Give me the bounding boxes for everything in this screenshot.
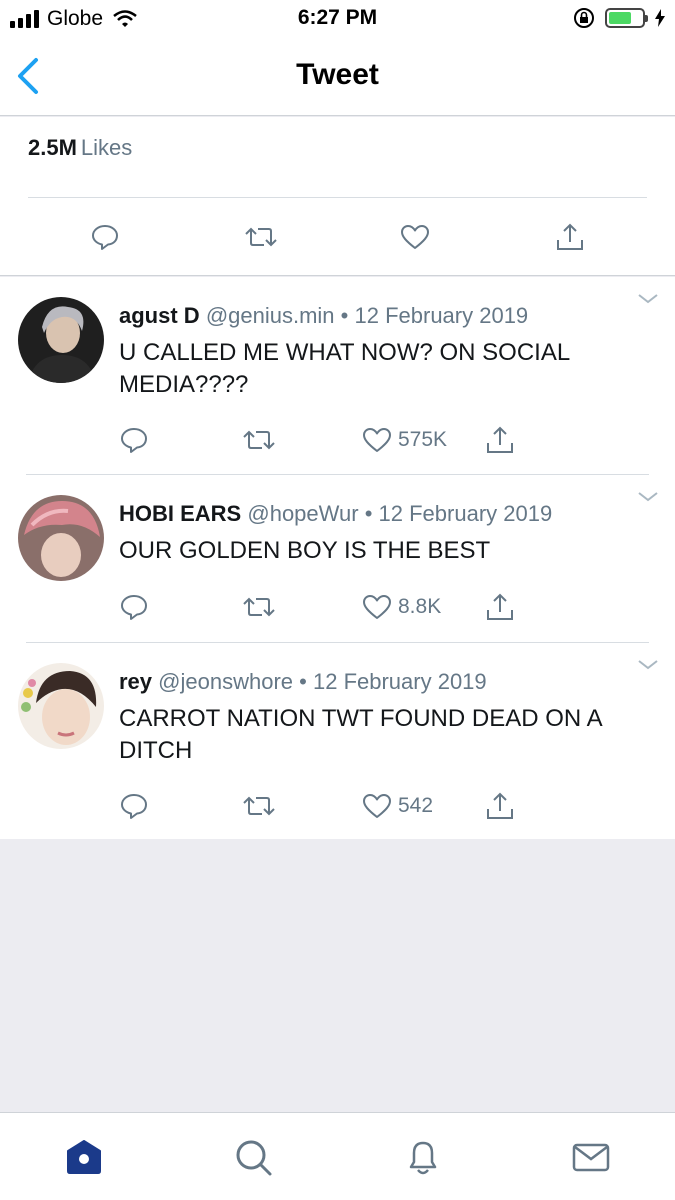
like-count: 8.8K bbox=[398, 595, 442, 618]
reply-tweet[interactable]: HOBI EARS @hopeWur • 12 February 2019 OU… bbox=[0, 475, 675, 643]
chevron-down-icon[interactable] bbox=[637, 293, 659, 305]
username[interactable]: @hopeWur bbox=[247, 501, 358, 526]
reply-header: rey @jeonswhore • 12 February 2019 bbox=[119, 669, 487, 695]
chevron-down-icon[interactable] bbox=[637, 659, 659, 671]
tab-bar bbox=[0, 1112, 675, 1200]
tab-notifications[interactable] bbox=[401, 1135, 445, 1179]
avatar[interactable] bbox=[18, 297, 104, 383]
timestamp: 12 February 2019 bbox=[354, 303, 529, 328]
rotation-lock-icon bbox=[574, 8, 594, 28]
retweet-button[interactable] bbox=[242, 422, 276, 458]
avatar[interactable] bbox=[18, 663, 104, 749]
share-button[interactable] bbox=[550, 217, 590, 257]
likes-stat[interactable]: 2.5M Likes bbox=[28, 135, 132, 161]
retweet-icon bbox=[243, 796, 275, 816]
replies-list: agust D @genius.min • 12 February 2019 U… bbox=[0, 277, 675, 839]
battery-icon bbox=[605, 8, 648, 28]
timestamp: 12 February 2019 bbox=[312, 669, 487, 694]
home-icon bbox=[67, 1140, 101, 1174]
share-icon bbox=[557, 223, 583, 250]
display-name[interactable]: agust D bbox=[119, 303, 200, 328]
retweet-button[interactable] bbox=[241, 217, 281, 257]
tweet-text: U CALLED ME WHAT NOW? ON SOCIAL MEDIA???… bbox=[119, 339, 570, 398]
tweet-stats: 2.5M Likes bbox=[0, 117, 675, 276]
like-count: 542 bbox=[398, 794, 434, 817]
separator: • bbox=[299, 669, 307, 694]
timestamp: 12 February 2019 bbox=[378, 501, 553, 526]
retweet-icon bbox=[245, 227, 277, 247]
status-bar: Globe 6:27 PM bbox=[0, 0, 675, 38]
charging-icon bbox=[655, 9, 665, 27]
reply-tweet[interactable]: agust D @genius.min • 12 February 2019 U… bbox=[0, 277, 675, 475]
display-name[interactable]: HOBI EARS bbox=[119, 501, 241, 526]
separator: • bbox=[340, 303, 349, 328]
search-icon bbox=[236, 1140, 272, 1176]
tab-search[interactable] bbox=[231, 1135, 275, 1179]
heart-icon bbox=[401, 225, 429, 249]
reply-icon bbox=[121, 794, 147, 819]
retweet-icon bbox=[243, 430, 275, 450]
like-button[interactable]: 575K bbox=[362, 422, 447, 458]
reply-button[interactable] bbox=[120, 788, 148, 824]
nav-bar: Tweet bbox=[0, 38, 675, 116]
reply-header: HOBI EARS @hopeWur • 12 February 2019 bbox=[119, 501, 552, 527]
reply-button[interactable] bbox=[120, 422, 148, 458]
like-count: 575K bbox=[398, 428, 448, 451]
likes-label: Likes bbox=[80, 135, 133, 160]
share-button[interactable] bbox=[485, 788, 515, 824]
heart-icon bbox=[363, 428, 391, 452]
reply-icon bbox=[121, 428, 147, 453]
retweet-icon bbox=[243, 597, 275, 617]
reply-button[interactable] bbox=[120, 589, 148, 625]
tab-messages[interactable] bbox=[569, 1135, 613, 1179]
share-icon bbox=[487, 593, 513, 620]
status-right bbox=[573, 7, 665, 29]
likes-count: 2.5M bbox=[28, 135, 77, 160]
reply-button[interactable] bbox=[85, 217, 125, 257]
reply-actions: 542 bbox=[0, 788, 675, 824]
username[interactable]: @genius.min bbox=[206, 303, 335, 328]
reply-header: agust D @genius.min • 12 February 2019 bbox=[119, 303, 528, 329]
share-icon bbox=[487, 792, 513, 819]
avatar[interactable] bbox=[18, 495, 104, 581]
tab-home[interactable] bbox=[62, 1135, 106, 1179]
retweet-button[interactable] bbox=[242, 788, 276, 824]
heart-icon bbox=[363, 595, 391, 619]
chevron-down-icon[interactable] bbox=[637, 491, 659, 503]
share-button[interactable] bbox=[485, 422, 515, 458]
retweet-button[interactable] bbox=[242, 589, 276, 625]
reply-icon bbox=[121, 595, 147, 620]
reply-actions: 575K bbox=[0, 422, 675, 458]
display-name[interactable]: rey bbox=[119, 669, 152, 694]
separator: • bbox=[364, 501, 373, 526]
notifications-icon bbox=[409, 1141, 437, 1175]
reply-actions: 8.8K bbox=[0, 589, 675, 625]
tweet-text: CARROT NATION TWT FOUND DEAD ON A DITCH bbox=[119, 705, 602, 764]
heart-icon bbox=[363, 794, 391, 818]
like-button[interactable]: 8.8K bbox=[362, 589, 441, 625]
share-button[interactable] bbox=[485, 589, 515, 625]
share-icon bbox=[487, 426, 513, 453]
tweet-actions bbox=[0, 217, 675, 257]
username[interactable]: @jeonswhore bbox=[158, 669, 293, 694]
like-button[interactable] bbox=[395, 217, 435, 257]
like-button[interactable]: 542 bbox=[362, 788, 433, 824]
reply-icon bbox=[92, 225, 118, 250]
page-title: Tweet bbox=[296, 58, 379, 91]
battery-fill bbox=[609, 12, 632, 24]
tweet-text: OUR GOLDEN BOY IS THE BEST bbox=[119, 537, 491, 564]
divider bbox=[28, 197, 647, 198]
reply-tweet[interactable]: rey @jeonswhore • 12 February 2019 CARRO… bbox=[0, 643, 675, 839]
messages-icon bbox=[572, 1143, 610, 1172]
